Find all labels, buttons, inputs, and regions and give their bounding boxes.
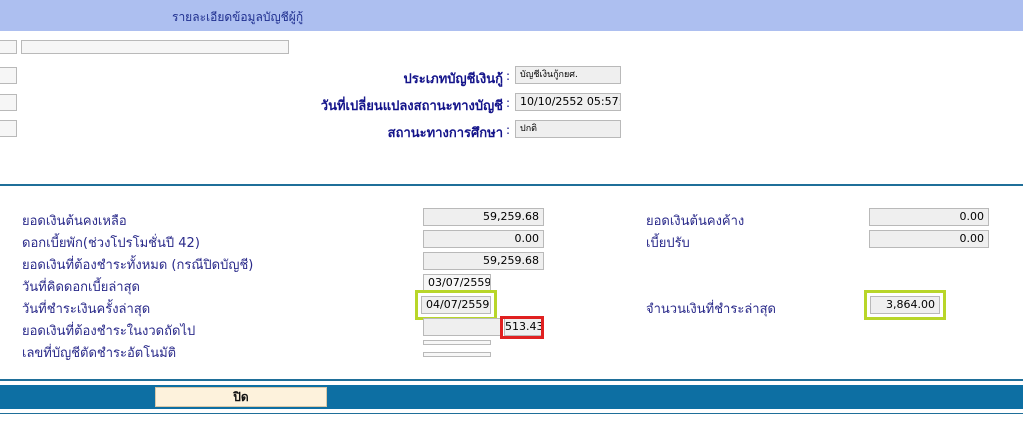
section-divider xyxy=(0,184,1023,186)
page-title: รายละเอียดข้อมูลบัญชีผู้กู้ xyxy=(172,10,304,24)
auto-debit-account-field-top[interactable] xyxy=(423,340,491,345)
penalty-field[interactable]: 0.00 xyxy=(869,230,989,248)
loan-type-label: ประเภทบัญชีเงินกู้ xyxy=(403,72,504,87)
auto-debit-account-label: เลขที่บัญชีตัดชำระอัตโนมัติ xyxy=(22,346,177,361)
deducted-interest-label: ดอกเบี้ยพัก(ช่วงโปรโมชั่นปี 42) xyxy=(22,236,200,251)
total-payable-field[interactable]: 59,259.68 xyxy=(423,252,544,270)
highlight-next-installment xyxy=(500,316,544,339)
edge-field-3[interactable] xyxy=(0,94,17,111)
footer-bar xyxy=(0,385,1023,409)
next-installment-label: ยอดเงินที่ต้องชำระในงวดถัดไป xyxy=(22,324,196,339)
status-change-date-label: วันที่เปลี่ยนแปลงสถานะทางบัญชี xyxy=(320,99,503,114)
footer-bottom-line xyxy=(0,413,1023,414)
colon: : xyxy=(506,96,511,110)
deducted-interest-field[interactable]: 0.00 xyxy=(423,230,544,248)
last-payment-amount-label: จำนวนเงินที่ชำระล่าสุด xyxy=(646,302,776,317)
colon: : xyxy=(506,69,511,83)
highlight-last-payment-amount xyxy=(864,290,946,320)
footer-divider xyxy=(0,379,1023,381)
study-status-field[interactable]: ปกติ xyxy=(515,120,621,138)
name-field[interactable] xyxy=(21,40,289,54)
total-payable-label: ยอดเงินที่ต้องชำระทั้งหมด (กรณีปิดบัญชี) xyxy=(22,258,254,273)
auto-debit-account-field-bottom[interactable] xyxy=(423,352,491,357)
principal-outstanding-field[interactable]: 0.00 xyxy=(869,208,989,226)
edge-field-1[interactable] xyxy=(0,40,17,54)
last-payment-date-label: วันที่ชำระเงินครั้งล่าสุด xyxy=(22,302,151,317)
highlight-last-payment-date xyxy=(415,290,497,320)
principal-remaining-field[interactable]: 59,259.68 xyxy=(423,208,544,226)
status-change-date-field[interactable]: 10/10/2552 05:57:38 xyxy=(515,93,621,111)
close-button[interactable]: ปิด xyxy=(155,387,327,407)
colon: : xyxy=(506,123,511,137)
study-status-label: สถานะทางการศึกษา xyxy=(387,126,503,141)
next-installment-spacer xyxy=(423,318,503,336)
header-bar xyxy=(0,0,1023,31)
principal-remaining-label: ยอดเงินต้นคงเหลือ xyxy=(22,214,127,229)
edge-field-4[interactable] xyxy=(0,120,17,137)
edge-field-2[interactable] xyxy=(0,67,17,84)
principal-outstanding-label: ยอดเงินต้นคงค้าง xyxy=(646,214,745,229)
loan-type-field[interactable]: บัญชีเงินกู้กยศ. xyxy=(515,66,621,84)
penalty-label: เบี้ยปรับ xyxy=(646,236,690,251)
last-interest-date-label: วันที่คิดดอกเบี้ยล่าสุด xyxy=(22,280,140,295)
